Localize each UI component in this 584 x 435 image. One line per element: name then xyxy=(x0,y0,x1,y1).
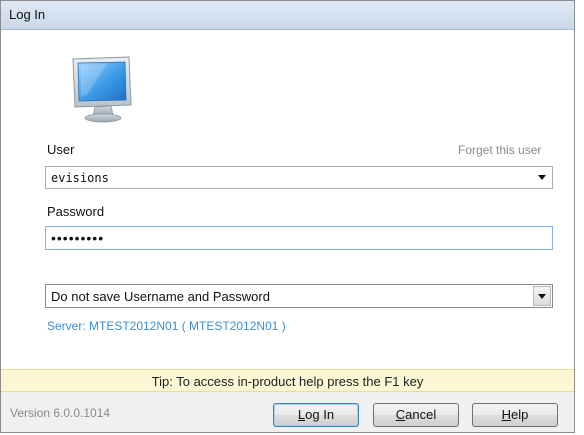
tip-text: Tip: To access in-product help press the… xyxy=(151,374,424,389)
user-combobox[interactable]: evisions xyxy=(45,166,553,189)
password-field[interactable] xyxy=(45,226,553,250)
save-credentials-value: Do not save Username and Password xyxy=(51,289,270,304)
chevron-down-icon[interactable] xyxy=(538,175,546,180)
login-dialog: Log In User Forget this user evisions Pa… xyxy=(0,0,575,433)
login-button[interactable]: Log In xyxy=(273,403,359,427)
window-title: Log In xyxy=(9,7,46,22)
forget-user-link[interactable]: Forget this user xyxy=(458,143,541,157)
user-label: User xyxy=(47,142,75,157)
tip-bar: Tip: To access in-product help press the… xyxy=(1,369,574,392)
version-label: Version 6.0.0.1014 xyxy=(10,406,111,420)
password-input[interactable] xyxy=(46,227,552,249)
user-value: evisions xyxy=(51,171,109,185)
chevron-down-icon xyxy=(538,294,546,299)
title-bar: Log In xyxy=(1,1,574,30)
server-info: Server: MTEST2012N01 ( MTEST2012N01 ) xyxy=(47,319,286,333)
footer-bar: Version 6.0.0.1014 Log In Cancel Help xyxy=(1,392,574,432)
monitor-icon xyxy=(67,55,137,125)
dropdown-button[interactable] xyxy=(533,286,551,306)
help-button[interactable]: Help xyxy=(472,403,558,427)
save-credentials-select[interactable]: Do not save Username and Password xyxy=(45,284,553,308)
cancel-button[interactable]: Cancel xyxy=(373,403,459,427)
password-label: Password xyxy=(47,204,105,219)
